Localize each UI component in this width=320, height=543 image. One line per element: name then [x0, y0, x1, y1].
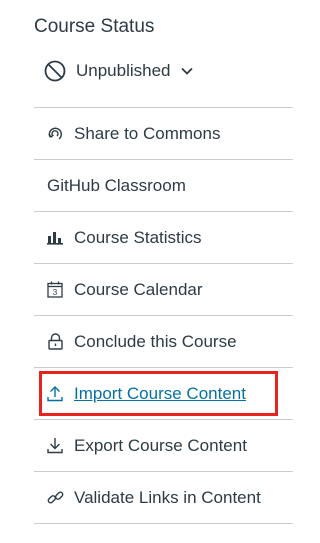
- course-statistics-link[interactable]: Course Statistics: [34, 212, 293, 264]
- lock-icon: [46, 333, 64, 351]
- publish-status-label: Unpublished: [76, 61, 171, 80]
- import-course-content-label: Import Course Content: [74, 383, 246, 403]
- share-to-commons-link[interactable]: Share to Commons: [34, 108, 293, 160]
- export-course-content-label: Export Course Content: [74, 435, 247, 455]
- calendar-icon: 3: [46, 281, 64, 299]
- calendar-icon-day: 3: [53, 288, 58, 297]
- import-course-content-link[interactable]: Import Course Content: [34, 368, 293, 420]
- course-statistics-label: Course Statistics: [74, 227, 202, 247]
- github-classroom-label: GitHub Classroom: [47, 175, 186, 195]
- publish-status-dropdown[interactable]: Unpublished: [44, 58, 193, 84]
- course-status-heading: Course Status: [34, 16, 155, 37]
- share-to-commons-label: Share to Commons: [74, 123, 221, 143]
- unpublished-icon: [44, 60, 66, 82]
- conclude-course-label: Conclude this Course: [74, 331, 237, 351]
- bar-chart-icon: [46, 229, 64, 247]
- course-calendar-label: Course Calendar: [74, 279, 203, 299]
- download-icon: [46, 437, 64, 455]
- course-actions-menu: Share to Commons GitHub Classroom Course…: [34, 107, 293, 524]
- upload-icon: [46, 385, 64, 403]
- validate-links-label: Validate Links in Content: [74, 487, 261, 507]
- link-icon: [46, 489, 64, 507]
- validate-links-link[interactable]: Validate Links in Content: [34, 472, 293, 524]
- github-classroom-link[interactable]: GitHub Classroom: [34, 160, 293, 212]
- commons-icon: [46, 125, 64, 143]
- chevron-down-icon: [180, 67, 193, 75]
- export-course-content-link[interactable]: Export Course Content: [34, 420, 293, 472]
- course-calendar-link[interactable]: 3 Course Calendar: [34, 264, 293, 316]
- conclude-course-link[interactable]: Conclude this Course: [34, 316, 293, 368]
